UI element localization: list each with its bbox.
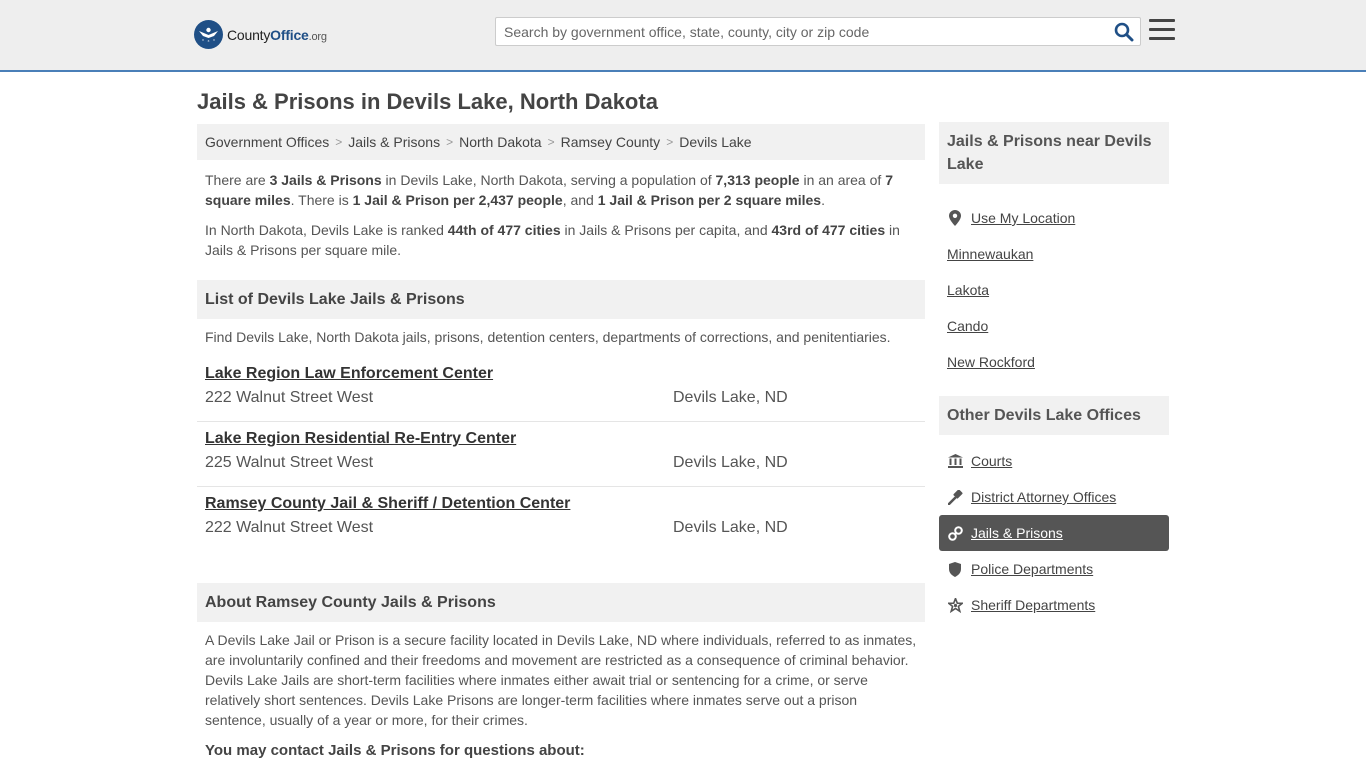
listing-address: 222 Walnut Street West [205,389,374,406]
breadcrumb: Government Offices > Jails & Prisons > N… [197,124,925,160]
use-my-location-label[interactable]: Use My Location [971,210,1075,226]
chevron-right-icon: > [547,135,555,149]
page-title: Jails & Prisons in Devils Lake, North Da… [197,89,658,114]
chevron-right-icon: > [446,135,454,149]
sidebar-item-jails-prisons[interactable]: Jails & Prisons [939,515,1169,551]
list-item: Lake Region Residential Re-Entry Center … [197,422,925,487]
sidebar-item-cando[interactable]: Cando [939,308,1169,344]
search-icon[interactable] [1114,22,1134,42]
breadcrumb-ramsey-county[interactable]: Ramsey County [561,134,661,150]
listing-address: 225 Walnut Street West [205,454,374,471]
listing-name-link[interactable]: Ramsey County Jail & Sheriff / Detention… [205,495,570,513]
shield-icon [947,561,963,577]
near-city-link[interactable]: Lakota [947,282,989,298]
contact-heading: You may contact Jails & Prisons for ques… [205,742,585,759]
courthouse-icon [947,453,963,469]
chevron-right-icon: > [335,135,343,149]
sidebar-item-police[interactable]: Police Departments [939,551,1169,587]
main-content: Government Offices > Jails & Prisons > N… [197,124,925,759]
sidebar-item-district-attorney[interactable]: District Attorney Offices [939,479,1169,515]
logo-wordmark: CountyOffice.org [227,26,327,43]
site-logo[interactable]: CountyOffice.org [194,20,327,49]
near-city-link[interactable]: Cando [947,318,988,334]
sidebar-item-sheriff[interactable]: Sheriff Departments [939,587,1169,623]
search-input[interactable] [496,18,1106,45]
intro-stats: There are 3 Jails & Prisons in Devils La… [205,172,893,208]
list-heading: List of Devils Lake Jails & Prisons [197,280,925,319]
map-pin-icon [947,210,963,226]
sidebar-item-minnewaukan[interactable]: Minnewaukan [939,236,1169,272]
use-my-location-link[interactable]: Use My Location [939,200,1169,236]
listing-address: 222 Walnut Street West [205,519,374,536]
list-intro: Find Devils Lake, North Dakota jails, pr… [205,329,891,345]
about-heading: About Ramsey County Jails & Prisons [197,583,925,622]
about-text: A Devils Lake Jail or Prison is a secure… [205,632,917,728]
list-item: Ramsey County Jail & Sheriff / Detention… [197,487,925,552]
gavel-icon [947,489,963,505]
eagle-seal-icon [194,20,223,49]
breadcrumb-devils-lake[interactable]: Devils Lake [679,134,751,150]
near-city-link[interactable]: Minnewaukan [947,246,1033,262]
sidebar-item-lakota[interactable]: Lakota [939,272,1169,308]
search-box [495,17,1141,46]
intro-ranking: In North Dakota, Devils Lake is ranked 4… [205,222,900,258]
jails-prisons-link[interactable]: Jails & Prisons [971,525,1063,541]
listing-name-link[interactable]: Lake Region Law Enforcement Center [205,365,493,383]
top-header: CountyOffice.org [0,0,1366,72]
sidebar: Jails & Prisons near Devils Lake Use My … [939,122,1169,623]
list-item: Lake Region Law Enforcement Center 222 W… [197,357,925,422]
sidebar-item-new-rockford[interactable]: New Rockford [939,344,1169,380]
listing-name-link[interactable]: Lake Region Residential Re-Entry Center [205,430,516,448]
listing-city: Devils Lake, ND [673,519,788,536]
handcuffs-icon [947,525,963,541]
courts-link[interactable]: Courts [971,453,1012,469]
chevron-right-icon: > [666,135,674,149]
district-attorney-link[interactable]: District Attorney Offices [971,489,1116,505]
star-badge-icon [947,597,963,613]
police-departments-link[interactable]: Police Departments [971,561,1093,577]
listing-city: Devils Lake, ND [673,454,788,471]
sidebar-near-heading: Jails & Prisons near Devils Lake [939,122,1169,184]
near-city-link[interactable]: New Rockford [947,354,1035,370]
hamburger-menu-icon[interactable] [1149,19,1175,41]
breadcrumb-north-dakota[interactable]: North Dakota [459,134,541,150]
breadcrumb-government-offices[interactable]: Government Offices [205,134,329,150]
sidebar-other-heading: Other Devils Lake Offices [939,396,1169,435]
listing-city: Devils Lake, ND [673,389,788,406]
breadcrumb-jails-prisons[interactable]: Jails & Prisons [348,134,440,150]
sheriff-departments-link[interactable]: Sheriff Departments [971,597,1095,613]
sidebar-item-courts[interactable]: Courts [939,443,1169,479]
